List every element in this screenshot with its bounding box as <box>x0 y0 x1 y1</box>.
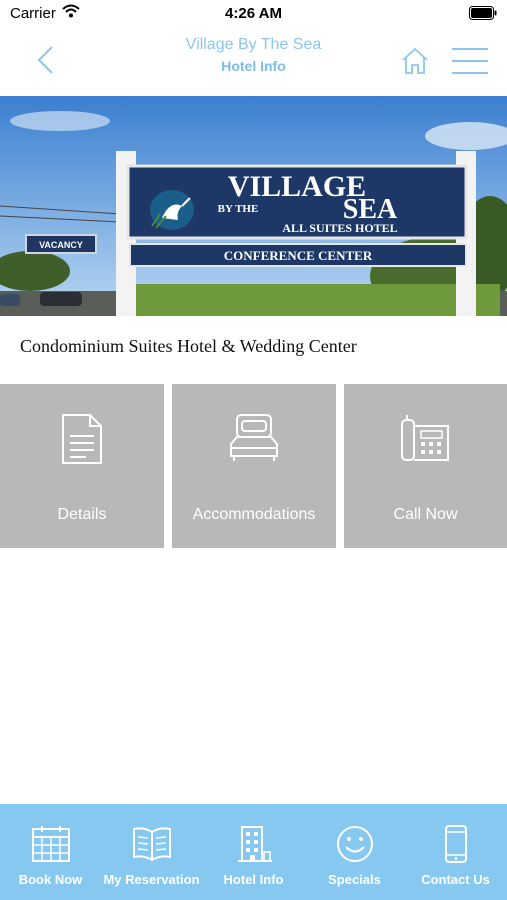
status-bar: Carrier 4:26 AM <box>0 0 507 28</box>
battery-icon <box>469 6 497 24</box>
home-icon[interactable] <box>400 46 430 81</box>
tab-hotel-info[interactable]: Hotel Info <box>203 804 304 900</box>
book-icon <box>101 824 202 869</box>
hero-image: VACANCY VILLAGE BY THE SEA ALL SUITES HO… <box>0 96 507 316</box>
vacancy-sign-text: VACANCY <box>39 240 83 250</box>
hotel-tagline: Condominium Suites Hotel & Wedding Cente… <box>20 336 357 356</box>
bottom-tab-bar: Book Now My Reservation Hotel Info Speci… <box>0 804 507 900</box>
sign-conference-text: CONFERENCE CENTER <box>224 248 373 263</box>
status-time: 4:26 AM <box>225 5 282 22</box>
tab-hotel-info-label: Hotel Info <box>223 872 284 887</box>
app-title: Village By The Sea <box>185 36 322 53</box>
tab-book-now[interactable]: Book Now <box>0 804 101 900</box>
tab-contact-us-label: Contact Us <box>421 872 490 887</box>
calendar-icon <box>0 824 101 869</box>
tab-contact-us[interactable]: Contact Us <box>405 804 506 900</box>
tab-my-reservation-label: My Reservation <box>103 872 200 887</box>
accommodations-tile[interactable]: Accommodations <box>172 384 336 548</box>
tab-specials-label: Specials <box>328 872 381 887</box>
hamburger-menu-icon[interactable] <box>451 46 489 81</box>
page-title: Hotel Info <box>221 58 286 74</box>
building-icon <box>203 824 304 869</box>
nav-titles: Village By The Sea Hotel Info <box>0 36 507 74</box>
phone-icon <box>344 412 507 469</box>
nav-bar: Village By The Sea Hotel Info <box>0 28 507 96</box>
smiley-icon <box>304 824 405 869</box>
sign-all-suites-text: ALL SUITES HOTEL <box>282 221 397 235</box>
details-label: Details <box>57 506 107 523</box>
document-icon <box>0 412 164 471</box>
details-tile[interactable]: Details <box>0 384 164 548</box>
sign-by-the-text: BY THE <box>218 203 259 215</box>
call-now-tile[interactable]: Call Now <box>344 384 507 548</box>
tab-book-now-label: Book Now <box>18 872 83 887</box>
tab-my-reservation[interactable]: My Reservation <box>101 804 202 900</box>
action-tiles: Details Accommodations Call Now <box>0 384 507 548</box>
tab-specials[interactable]: Specials <box>304 804 405 900</box>
bed-icon <box>172 412 336 469</box>
call-now-label: Call Now <box>393 506 458 523</box>
mobile-phone-icon <box>405 824 506 869</box>
accommodations-label: Accommodations <box>192 506 316 523</box>
